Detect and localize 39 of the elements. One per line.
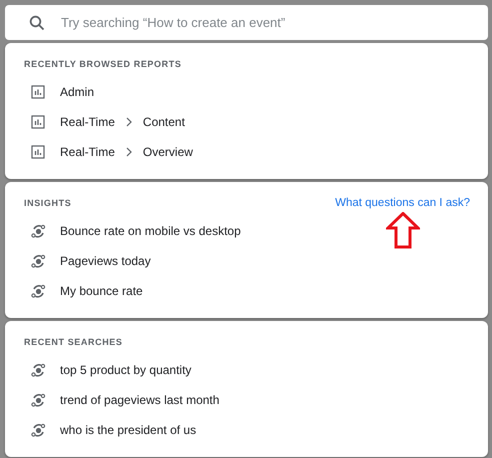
suggestion-item[interactable]: trend of pageviews last month xyxy=(24,385,470,415)
item-label: Content xyxy=(142,115,185,129)
bar-chart-icon xyxy=(31,144,46,160)
search-input[interactable]: Try searching “How to create an event” xyxy=(61,15,488,30)
item-label: Bounce rate on mobile vs desktop xyxy=(60,224,241,238)
insight-icon xyxy=(31,362,46,378)
item-label: Admin xyxy=(60,85,94,99)
help-link[interactable]: What questions can I ask? xyxy=(335,197,470,209)
insight-icon xyxy=(31,284,46,298)
item-label: Real-Time xyxy=(60,145,115,159)
suggestion-item[interactable]: Pageviews today xyxy=(24,246,470,276)
arrow-annotation xyxy=(386,212,420,249)
suggestion-item[interactable]: My bounce rate xyxy=(24,276,470,306)
chevron-icon xyxy=(124,117,133,127)
section-title: INSIGHTS xyxy=(24,198,72,208)
search-field[interactable]: Try searching “How to create an event” xyxy=(5,5,488,40)
bar-chart-icon xyxy=(31,114,46,130)
insight-icon xyxy=(31,224,46,238)
suggestion-item[interactable]: who is the president of us xyxy=(24,415,470,445)
section-title: RECENTLY BROWSED REPORTS xyxy=(24,59,182,69)
insight-icon xyxy=(31,254,46,268)
suggestion-item[interactable]: top 5 product by quantity xyxy=(24,355,470,385)
item-label: Real-Time xyxy=(60,115,115,129)
item-label: Overview xyxy=(142,145,193,159)
insight-icon xyxy=(31,392,46,408)
suggestion-item[interactable]: Real-Time Content xyxy=(24,107,470,137)
section-title: RECENT SEARCHES xyxy=(24,337,123,347)
bar-chart-icon xyxy=(31,84,46,100)
suggestion-item[interactable]: Admin xyxy=(24,77,470,107)
item-label: Pageviews today xyxy=(60,254,151,268)
search-icon xyxy=(29,14,45,30)
suggestion-item[interactable]: Bounce rate on mobile vs desktop xyxy=(24,216,470,246)
insight-icon xyxy=(31,422,46,438)
suggestion-item[interactable]: Real-Time Overview xyxy=(24,137,470,167)
item-label: My bounce rate xyxy=(60,284,143,298)
item-label: top 5 product by quantity xyxy=(60,363,192,377)
item-label: trend of pageviews last month xyxy=(60,393,220,407)
item-label: who is the president of us xyxy=(60,423,196,437)
chevron-icon xyxy=(124,147,133,157)
